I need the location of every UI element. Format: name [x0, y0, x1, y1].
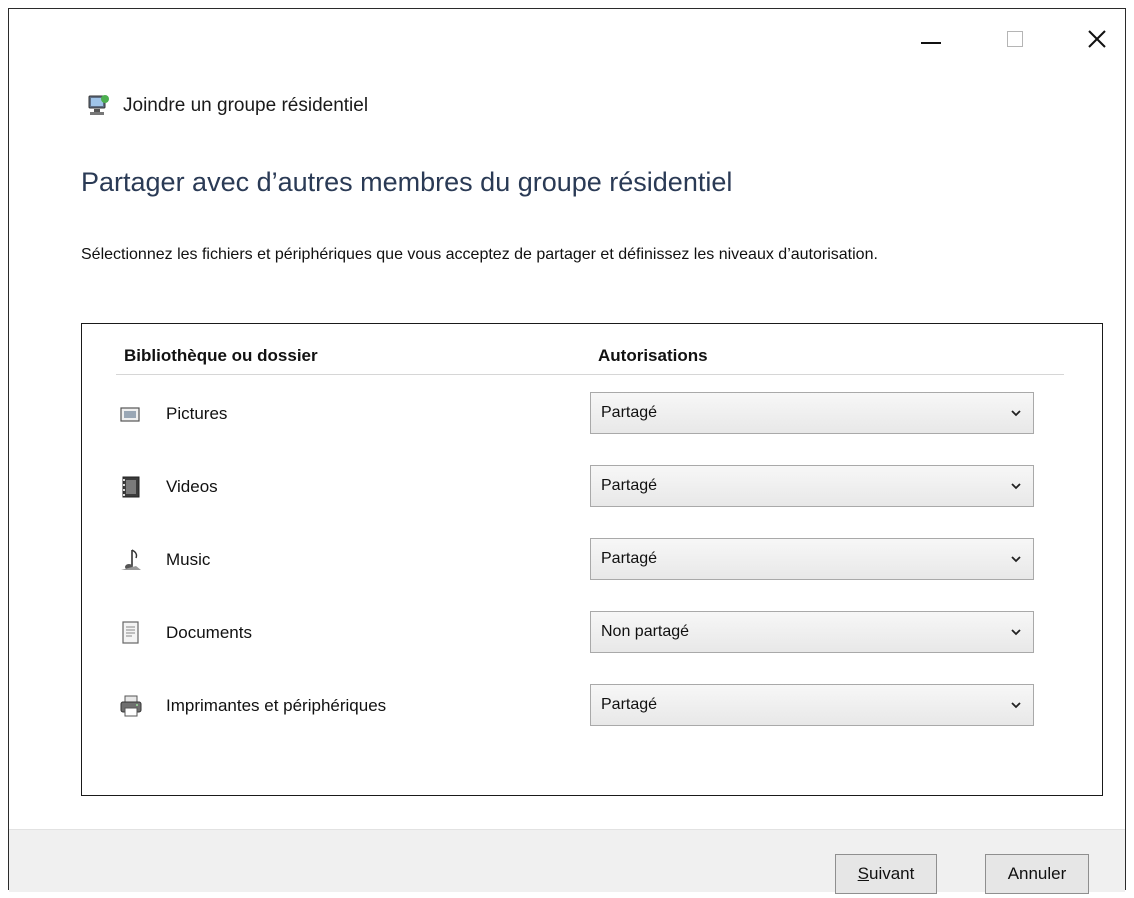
next-mnemonic: S [857, 864, 869, 883]
selected-value: Non partagé [601, 623, 690, 640]
row-label: Pictures [166, 404, 228, 423]
table-row-videos: Videos Partagé [82, 465, 1102, 509]
chevron-down-icon [1011, 702, 1021, 709]
selected-value: Partagé [601, 404, 658, 421]
instructions-text: Sélectionnez les fichiers et périphériqu… [81, 246, 878, 263]
close-icon [1088, 30, 1106, 48]
column-header-permissions: Autorisations [598, 346, 708, 365]
maximize-button[interactable] [995, 19, 1035, 59]
chevron-down-icon [1011, 629, 1021, 636]
documents-icon [122, 621, 139, 644]
row-label: Music [166, 550, 211, 569]
selected-value: Partagé [601, 477, 658, 494]
cancel-button[interactable]: Annuler [985, 854, 1089, 894]
chevron-down-icon [1011, 483, 1021, 490]
permission-select-documents[interactable]: Non partagé [590, 611, 1034, 653]
music-icon [121, 549, 141, 570]
chevron-down-icon [1011, 556, 1021, 563]
minimize-button[interactable] [911, 19, 951, 59]
page-title: Partager avec d’autres membres du groupe… [81, 167, 733, 197]
minimize-icon [921, 42, 941, 44]
homegroup-dialog: Joindre un groupe résidentiel Partager a… [8, 8, 1126, 894]
permission-select-videos[interactable]: Partagé [590, 465, 1034, 507]
videos-icon [122, 476, 140, 498]
pictures-icon [120, 407, 140, 422]
close-button[interactable] [1077, 19, 1117, 59]
selected-value: Partagé [601, 550, 658, 567]
permission-select-printers[interactable]: Partagé [590, 684, 1034, 726]
dialog-header: Joindre un groupe résidentiel [85, 93, 368, 119]
dialog-title: Joindre un groupe résidentiel [123, 95, 369, 116]
homegroup-icon [88, 95, 109, 115]
dialog-footer: Suivant Annuler [9, 829, 1125, 894]
permission-select-pictures[interactable]: Partagé [590, 392, 1034, 434]
selected-value: Partagé [601, 696, 658, 713]
sharing-table: Bibliothèque ou dossier Autorisations Pi… [81, 323, 1103, 796]
row-label: Imprimantes et périphériques [166, 696, 387, 715]
row-label: Documents [166, 623, 252, 642]
permission-select-music[interactable]: Partagé [590, 538, 1034, 580]
next-button[interactable]: Suivant [835, 854, 937, 894]
table-row-music: Music Partagé [82, 538, 1102, 582]
table-row-documents: Documents Non partagé [82, 611, 1102, 655]
maximize-icon [1007, 31, 1023, 47]
header-divider [116, 374, 1064, 375]
row-label: Videos [166, 477, 218, 496]
next-label: uivant [868, 864, 915, 883]
column-header-library: Bibliothèque ou dossier [124, 346, 318, 365]
chevron-down-icon [1011, 410, 1021, 417]
table-row-pictures: Pictures Partagé [82, 392, 1102, 436]
table-row-printers: Imprimantes et périphériques Partagé [82, 684, 1102, 728]
printer-icon [120, 695, 142, 717]
